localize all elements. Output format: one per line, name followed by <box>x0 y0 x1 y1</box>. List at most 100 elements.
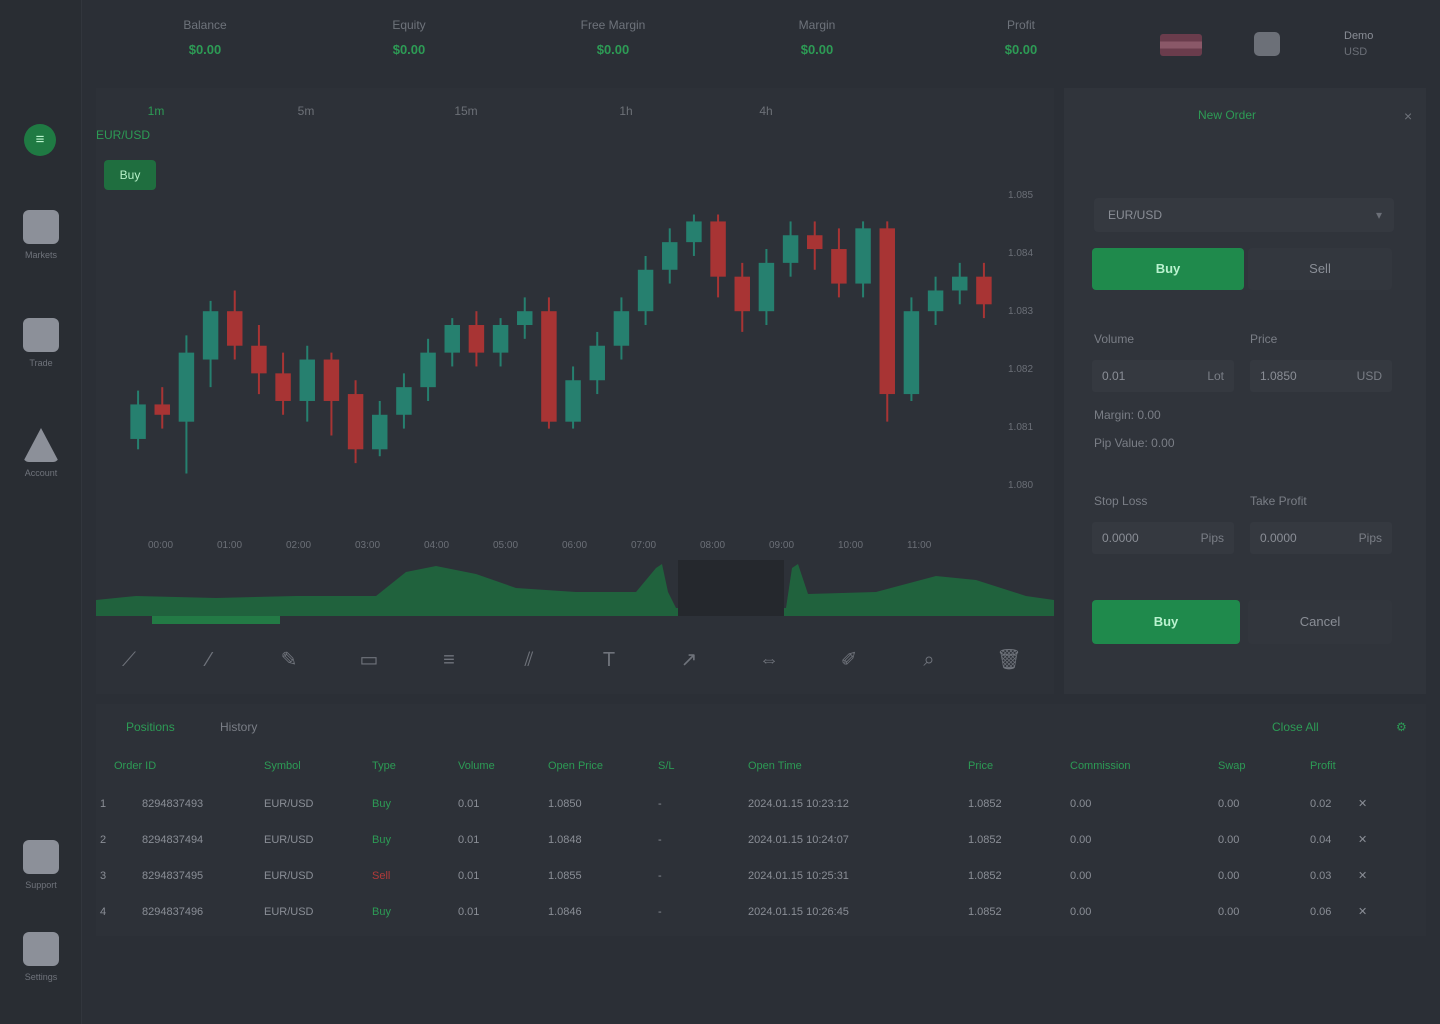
candle-up[interactable] <box>637 269 654 312</box>
table-row[interactable]: 1 8294837493 EUR/USD Buy 0.01 1.0850 - 2024.01.… <box>96 786 1426 822</box>
column-header[interactable]: Open Time <box>748 760 802 772</box>
candle-down[interactable] <box>323 359 340 401</box>
table-row[interactable]: 2 8294837494 EUR/USD Buy 0.01 1.0848 - 2024.01.… <box>96 822 1426 858</box>
close-position-icon[interactable]: ✕ <box>1358 894 1367 930</box>
buy-button[interactable]: Buy <box>1092 248 1244 290</box>
take-profit-field[interactable]: 0.0000 Pips <box>1250 522 1392 554</box>
candle-down[interactable] <box>541 311 557 422</box>
column-header[interactable]: Open Price <box>548 760 603 772</box>
candle-down[interactable] <box>807 235 823 250</box>
symbol-select[interactable]: EUR/USD ▾ <box>1094 198 1394 232</box>
candle-down[interactable] <box>734 276 750 312</box>
sell-button[interactable]: Sell <box>1248 248 1392 290</box>
candle-down[interactable] <box>468 325 485 353</box>
candle-down[interactable] <box>879 228 895 395</box>
tab-positions[interactable]: Positions <box>126 720 175 734</box>
sidebar-item-support[interactable]: Support <box>11 840 71 906</box>
column-header[interactable]: Price <box>968 760 993 772</box>
candle-down[interactable] <box>347 394 364 450</box>
column-header[interactable]: Profit <box>1310 760 1336 772</box>
tab-timeframe-1h[interactable]: 1h <box>566 104 686 118</box>
language-flag-icon[interactable] <box>1160 34 1202 56</box>
trend-line-icon[interactable]: ⟋ <box>114 646 144 674</box>
column-header[interactable]: Volume <box>458 760 495 772</box>
tab-history[interactable]: History <box>220 720 257 734</box>
candle-up[interactable] <box>202 311 219 360</box>
close-position-icon[interactable]: ✕ <box>1358 858 1367 894</box>
sidebar-item-markets[interactable]: Markets <box>11 210 71 276</box>
candle-up[interactable] <box>686 221 702 243</box>
candle-up[interactable] <box>444 325 460 353</box>
candle-down[interactable] <box>227 311 243 346</box>
candlestick-chart[interactable]: 1.085 1.084 1.083 1.082 1.081 1.080 00:00 01:00… <box>96 168 1054 638</box>
candle-down[interactable] <box>976 276 992 305</box>
rectangle-icon[interactable]: ▭ <box>354 646 384 674</box>
candle-up[interactable] <box>927 290 944 312</box>
candle-down[interactable] <box>154 404 170 415</box>
close-position-icon[interactable]: ✕ <box>1358 786 1367 822</box>
column-header[interactable]: Order ID <box>114 760 156 772</box>
table-row[interactable]: 3 8294837495 EUR/USD Sell 0.01 1.0855 - 2024.01… <box>96 858 1426 894</box>
column-header[interactable]: Commission <box>1070 760 1131 772</box>
candle-up[interactable] <box>903 311 920 395</box>
candle-up[interactable] <box>130 404 146 439</box>
candle-up[interactable] <box>517 311 533 326</box>
volume-field[interactable]: 0.01 Lot <box>1092 360 1234 392</box>
table-row[interactable]: 4 8294837496 EUR/USD Buy 0.01 1.0846 - 2024.01.… <box>96 894 1426 930</box>
brush-icon[interactable]: ✐ <box>834 646 864 674</box>
stop-loss-field[interactable]: 0.0000 Pips <box>1092 522 1234 554</box>
channel-icon[interactable]: ⫽ <box>514 646 544 674</box>
candle-up[interactable] <box>589 345 605 381</box>
column-header[interactable]: S/L <box>658 760 675 772</box>
candle-up[interactable] <box>662 242 678 270</box>
sidebar-item-account[interactable]: Account <box>11 428 71 494</box>
candle-up[interactable] <box>299 359 315 401</box>
candle-up[interactable] <box>396 387 412 415</box>
column-header[interactable]: Swap <box>1218 760 1246 772</box>
close-position-icon[interactable]: ✕ <box>1358 822 1367 858</box>
notification-bell-icon[interactable] <box>1254 32 1280 56</box>
cell-open: 1.0846 <box>548 906 582 918</box>
tab-timeframe-5m[interactable]: 5m <box>246 104 366 118</box>
tab-timeframe-15m[interactable]: 15m <box>406 104 526 118</box>
app-logo[interactable]: ≡ <box>24 124 56 156</box>
trash-icon[interactable]: 🗑 <box>994 646 1024 674</box>
tab-new-order[interactable]: New Order <box>1198 108 1256 122</box>
candle-down[interactable] <box>831 249 847 284</box>
candle-up[interactable] <box>758 262 775 312</box>
candle-up[interactable] <box>782 235 799 263</box>
tab-timeframe-4h[interactable]: 4h <box>706 104 826 118</box>
price-field[interactable]: 1.0850 USD <box>1250 360 1392 392</box>
candle-up[interactable] <box>492 325 509 353</box>
candle-down[interactable] <box>275 373 291 401</box>
candle-up[interactable] <box>613 311 630 346</box>
column-header[interactable]: Symbol <box>264 760 301 772</box>
candle-up[interactable] <box>565 380 581 422</box>
fib-icon[interactable]: ≡ <box>434 646 464 674</box>
arrow-icon[interactable]: ↗ <box>674 646 704 674</box>
candle-up[interactable] <box>420 352 436 388</box>
navigator-window[interactable] <box>678 560 784 616</box>
candle-up[interactable] <box>372 414 388 450</box>
column-header[interactable]: Type <box>372 760 396 772</box>
candle-down[interactable] <box>710 221 726 277</box>
account-menu[interactable]: Demo USD <box>1344 30 1420 58</box>
sidebar-item-settings[interactable]: Settings <box>11 932 71 998</box>
close-icon[interactable]: × <box>1404 108 1412 124</box>
cancel-button[interactable]: Cancel <box>1248 600 1392 644</box>
candle-up[interactable] <box>178 352 195 422</box>
measure-icon[interactable]: ⇔ <box>754 646 784 674</box>
zoom-icon[interactable]: ⌕ <box>914 646 944 674</box>
place-order-button[interactable]: Buy <box>1092 600 1240 644</box>
navigator-scrollbar[interactable] <box>152 616 280 624</box>
settings-gear-icon[interactable]: ⚙ <box>1396 720 1407 734</box>
candle-up[interactable] <box>855 228 871 284</box>
candle-up[interactable] <box>952 276 968 291</box>
close-all-button[interactable]: Close All <box>1272 720 1319 734</box>
sidebar-item-trade[interactable]: Trade <box>11 318 71 384</box>
ray-icon[interactable]: ⁄ <box>194 646 224 674</box>
candle-down[interactable] <box>251 345 267 374</box>
pencil-icon[interactable]: ✎ <box>274 646 304 674</box>
text-icon[interactable]: T <box>594 646 624 674</box>
tab-timeframe-1m[interactable]: 1m <box>96 104 216 118</box>
